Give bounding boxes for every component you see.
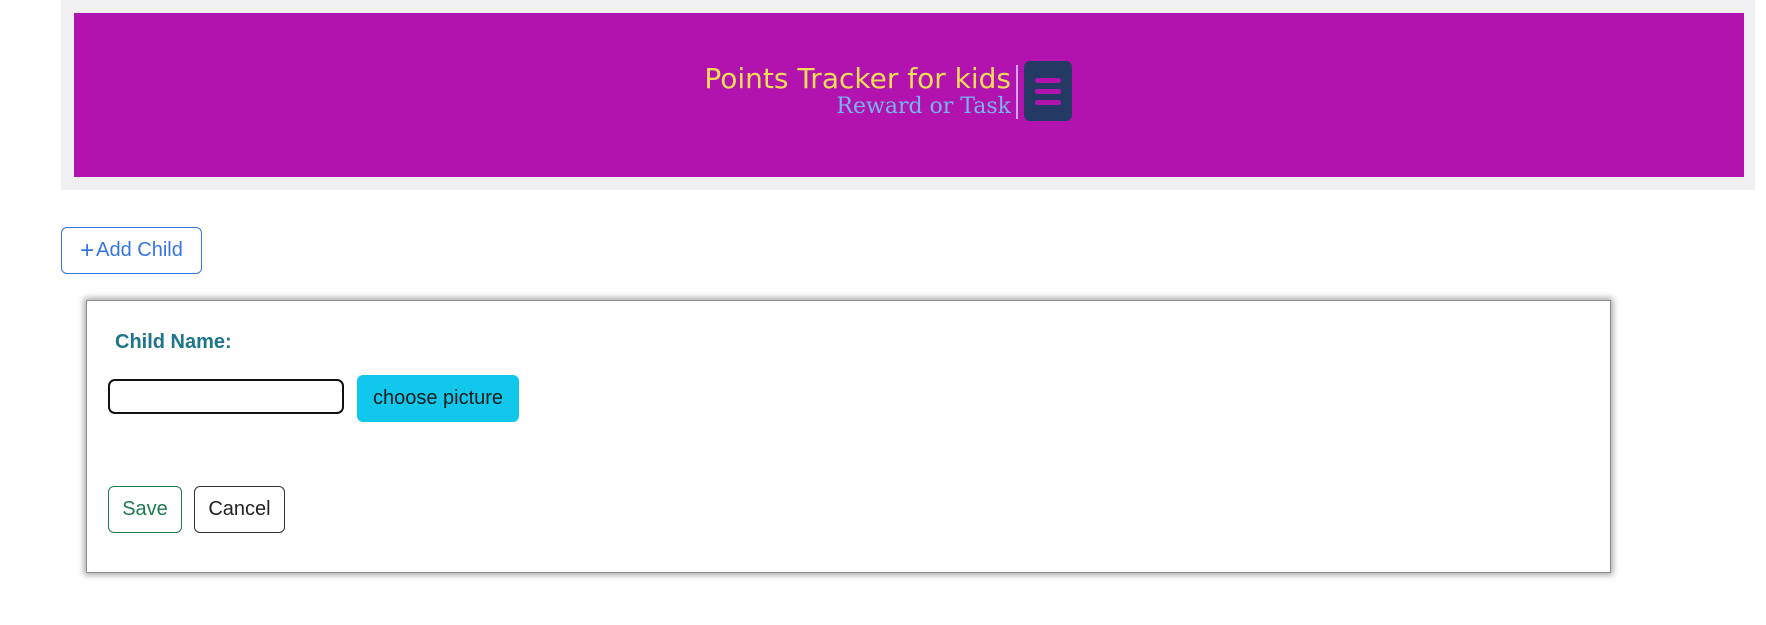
menu-button[interactable] <box>1024 61 1072 121</box>
brand-divider <box>1016 65 1018 119</box>
header-banner: Points Tracker for kids Reward or Task <box>74 13 1744 177</box>
add-child-form: Child Name: choose picture Save Cancel <box>86 300 1611 573</box>
cancel-button[interactable]: Cancel <box>194 486 285 533</box>
child-name-input[interactable] <box>108 379 344 414</box>
page: Points Tracker for kids Reward or Task +… <box>0 0 1766 625</box>
app-subtitle: Reward or Task <box>836 94 1011 119</box>
header: Points Tracker for kids Reward or Task <box>61 0 1755 190</box>
app-title: Points Tracker for kids <box>704 62 1011 95</box>
choose-picture-button[interactable]: choose picture <box>357 375 519 422</box>
plus-icon: + <box>80 236 95 264</box>
brand: Points Tracker for kids Reward or Task <box>704 63 1011 119</box>
add-child-button[interactable]: + Add Child <box>61 227 202 274</box>
child-name-label: Child Name: <box>115 331 232 353</box>
save-button[interactable]: Save <box>108 486 182 533</box>
add-child-label: Add Child <box>96 239 183 261</box>
